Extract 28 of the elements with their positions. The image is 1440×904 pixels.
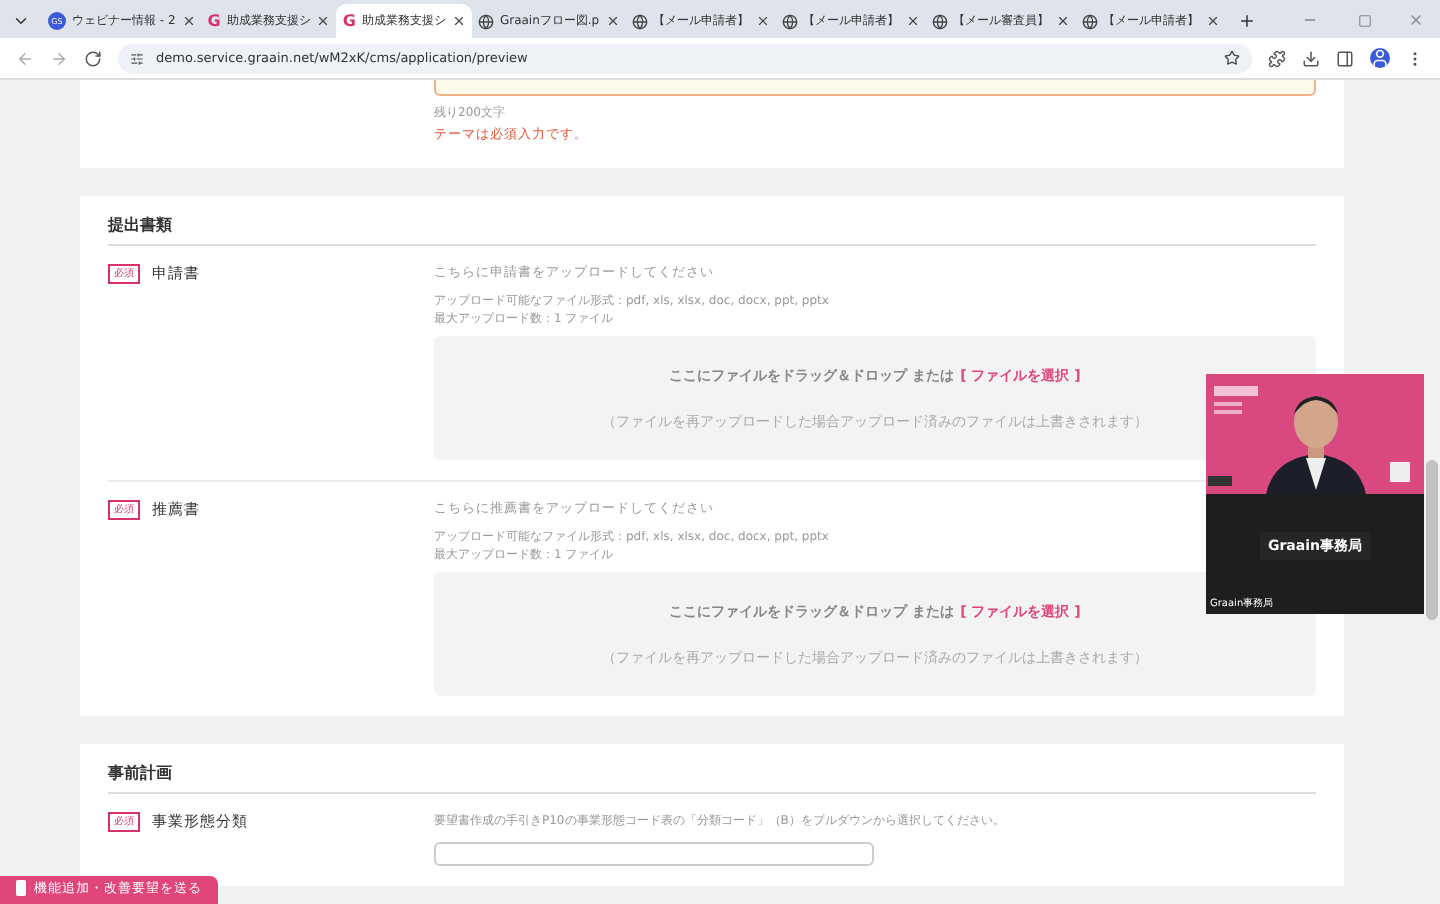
close-icon[interactable] xyxy=(905,14,920,28)
globe-icon xyxy=(477,13,494,29)
extensions-icon[interactable] xyxy=(1268,49,1286,67)
close-icon[interactable] xyxy=(605,14,620,28)
globe-icon xyxy=(1081,13,1098,29)
star-icon[interactable] xyxy=(1224,50,1240,66)
tab-list-icon[interactable] xyxy=(12,12,30,30)
tab-icon: G xyxy=(207,12,221,30)
tab-icon: G xyxy=(342,12,356,30)
close-icon[interactable] xyxy=(1055,14,1070,28)
scrollbar-thumb[interactable] xyxy=(1426,460,1438,620)
close-icon[interactable] xyxy=(316,14,331,28)
globe-icon xyxy=(931,13,948,29)
close-icon[interactable] xyxy=(181,14,196,28)
reload-icon[interactable] xyxy=(84,49,102,67)
close-icon[interactable] xyxy=(755,14,770,28)
download-icon[interactable] xyxy=(1302,49,1320,67)
close-icon[interactable] xyxy=(1205,14,1220,28)
site-settings-icon[interactable] xyxy=(130,51,144,65)
profile-icon[interactable] xyxy=(1370,48,1390,68)
section-title: 提出書類 xyxy=(108,196,1316,246)
select-field[interactable] xyxy=(434,842,874,866)
section-title: 事前計画 xyxy=(108,744,1316,794)
new-tab-icon[interactable] xyxy=(1237,12,1256,30)
globe-icon xyxy=(781,13,798,29)
globe-icon xyxy=(631,13,648,29)
side-panel-icon[interactable] xyxy=(1336,49,1354,67)
close-icon[interactable] xyxy=(451,14,466,28)
